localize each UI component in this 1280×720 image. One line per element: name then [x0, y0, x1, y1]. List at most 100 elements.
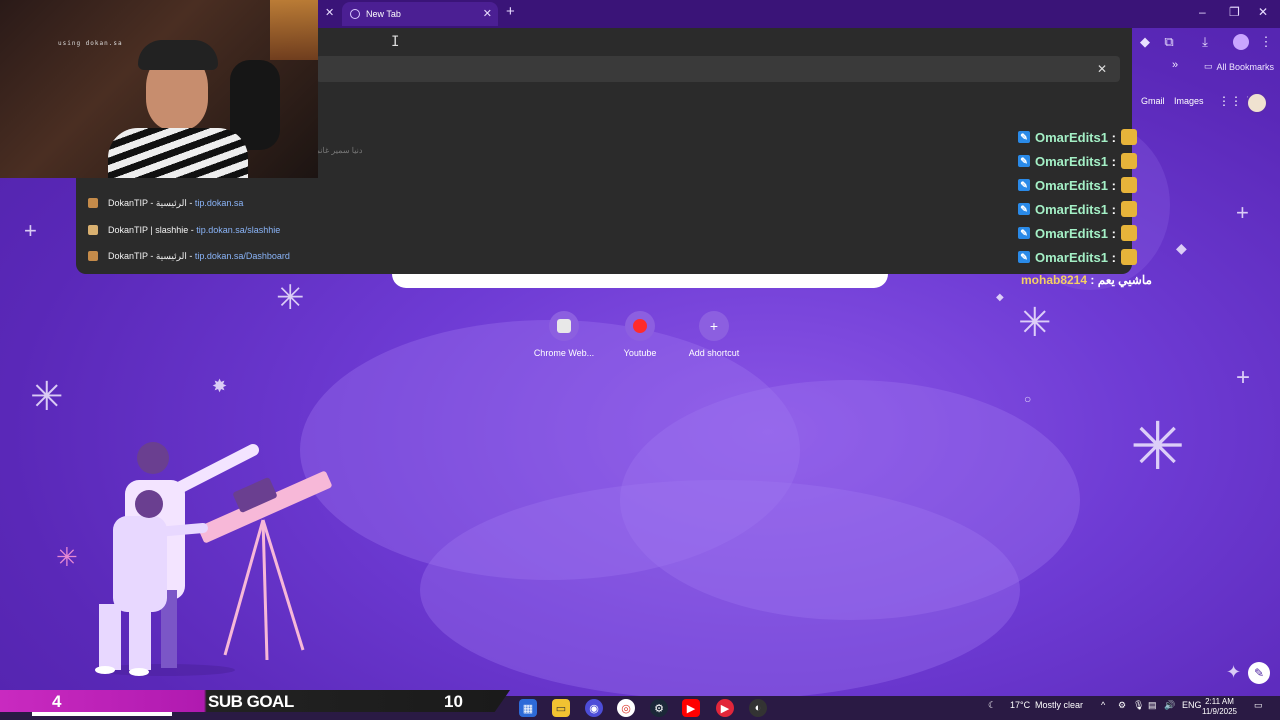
site-favicon-icon [88, 198, 98, 208]
download-icon[interactable]: ⤓ [1197, 34, 1213, 50]
new-tab-plus-icon[interactable]: + [506, 3, 515, 20]
suggestion-separator: - [186, 250, 195, 261]
microphone-icon[interactable]: 🎙 [1133, 700, 1144, 711]
starburst-icon: ✳ [1018, 301, 1052, 345]
volume-icon[interactable]: 🔊 [1164, 700, 1175, 711]
youtube-app-icon[interactable]: ▶ [682, 699, 700, 717]
suggestion-title: DokanTIP - الرئيسية [108, 197, 187, 208]
file-explorer-icon[interactable]: ▭ [552, 699, 570, 717]
chrome-tab-favicon-icon [350, 9, 360, 19]
chat-username: OmarEdits1 [1035, 225, 1108, 241]
images-link[interactable]: Images [1174, 96, 1204, 106]
chat-username: OmarEdits1 [1035, 153, 1108, 169]
chrome-web-store-icon [549, 311, 579, 341]
window-close-icon[interactable]: ✕ [1258, 5, 1268, 19]
clock-date: 11/9/2025 [1202, 707, 1237, 716]
chrome-icon[interactable]: ◎ [617, 699, 635, 717]
chat-message: ✎ OmarEdits1 : [1018, 246, 1137, 268]
obs-icon[interactable]: ◐ [749, 699, 767, 717]
sub-goal-target: 10 [444, 692, 463, 711]
chat-separator: : [1107, 177, 1116, 193]
sparkle-icon: ✦ [1226, 662, 1242, 682]
language-indicator[interactable]: ENG [1182, 700, 1202, 710]
omnibox-input[interactable] [316, 56, 1120, 82]
sparkle-icon: + [24, 218, 37, 243]
steam-icon[interactable]: ⚙ [650, 699, 668, 717]
chat-emote-icon [1120, 225, 1137, 241]
site-favicon-icon [88, 251, 98, 261]
tray-app-icon[interactable]: ⚙ [1118, 700, 1126, 711]
tab-new-tab[interactable]: New Tab ✕ [342, 2, 498, 26]
media-player-icon[interactable]: ▶ [716, 699, 734, 717]
all-bookmarks-button[interactable]: ▭ All Bookmarks [1204, 61, 1274, 72]
close-tab-icon[interactable]: ✕ [483, 7, 492, 20]
tab-title: New Tab [366, 9, 401, 19]
shortcut-chrome-web-store[interactable]: Chrome Web... [524, 311, 604, 358]
menu-dots-icon[interactable]: ⋮ [1258, 34, 1274, 50]
omnibox-suggestion[interactable]: DokanTIP - الرئيسية - tip.dokan.sa [88, 192, 488, 214]
close-tab-icon[interactable]: ✕ [325, 6, 334, 19]
suggestion-title: DokanTIP | slashhie [108, 225, 189, 235]
sparkle-icon: + [1236, 200, 1249, 225]
suggestion-separator: - [186, 197, 195, 208]
shortcut-add[interactable]: + Add shortcut [674, 311, 754, 358]
suggestion-title: DokanTIP - الرئيسية [108, 250, 187, 261]
clock-time: 2:11 AM [1205, 697, 1234, 706]
sub-goal-label: SUB GOAL [208, 692, 294, 711]
folder-icon: ▭ [1204, 61, 1213, 71]
text-cursor-icon: I [391, 34, 400, 50]
discord-icon[interactable]: ◉ [585, 699, 603, 717]
diamond-icon: ◆ [1176, 240, 1187, 256]
bookmarks-overflow-chevron-icon[interactable]: » [1172, 59, 1178, 71]
sub-goal-current: 4 [52, 692, 62, 711]
chat-username: OmarEdits1 [1035, 201, 1108, 217]
chat-username: mohab8214 [1021, 273, 1088, 287]
all-bookmarks-label: All Bookmarks [1216, 61, 1275, 72]
chat-separator: : [1107, 153, 1116, 169]
shortcut-label: Add shortcut [688, 348, 740, 358]
shortcut-label: Chrome Web... [533, 348, 595, 358]
customize-pencil-icon[interactable]: ✎ [1248, 662, 1270, 684]
chat-separator: : [1107, 129, 1116, 145]
starburst-icon: ✳ [56, 542, 78, 572]
extensions-puzzle-icon[interactable]: ⧉ [1161, 34, 1177, 50]
cloud-shape [420, 480, 1020, 700]
chat-text: : ماشيي يعم [1087, 273, 1152, 287]
profile-avatar-icon[interactable] [1233, 34, 1249, 50]
tray-chevron-icon[interactable]: ^ [1101, 700, 1105, 710]
shortcut-youtube[interactable]: Youtube [600, 311, 680, 358]
clear-input-icon[interactable]: ✕ [1097, 62, 1107, 76]
chat-badge-icon: ✎ [1018, 251, 1030, 263]
chat-message: mohab8214 : ماشيي يعم [1021, 273, 1152, 287]
lamp-glow [270, 0, 318, 60]
starburst-icon: ✳ [276, 279, 305, 317]
system-clock[interactable]: 2:11 AM 11/9/2025 [1202, 697, 1237, 717]
chat-emote-icon [1120, 249, 1137, 265]
widgets-icon[interactable]: ▦ [519, 699, 537, 717]
omnibox-suggestion[interactable]: DokanTIP - الرئيسية - tip.dokan.sa/Dashb… [88, 245, 488, 267]
chat-badge-icon: ✎ [1018, 131, 1030, 143]
notification-icon[interactable]: ▭ [1254, 700, 1263, 711]
chat-message: ✎ OmarEdits1 : [1018, 150, 1137, 172]
restore-icon[interactable]: ❐ [1229, 5, 1240, 19]
webcam-caption: using dokan.sa [58, 40, 123, 47]
suggestion-url: tip.dokan.sa [194, 197, 244, 208]
network-icon[interactable]: ▤ [1148, 700, 1157, 711]
sub-goal-bar: 4 SUB GOAL 10 [0, 690, 510, 712]
gmail-link[interactable]: Gmail [1141, 96, 1165, 106]
chat-badge-icon: ✎ [1018, 179, 1030, 191]
astronomer-illustration [95, 442, 332, 676]
google-account-avatar[interactable] [1246, 92, 1268, 114]
minimize-icon[interactable]: – [1199, 5, 1206, 19]
chat-badge-icon: ✎ [1018, 227, 1030, 239]
weather-status[interactable]: Mostly clear [1035, 700, 1083, 710]
chat-username: OmarEdits1 [1035, 249, 1108, 265]
sparkle-icon: + [1236, 364, 1251, 391]
diamond-icon: ◆ [996, 292, 1004, 303]
temperature[interactable]: 17°C [1010, 700, 1030, 710]
chat-username: OmarEdits1 [1035, 177, 1108, 193]
chat-message: ✎ OmarEdits1 : [1018, 198, 1137, 220]
extension-icon[interactable]: ◆ [1137, 34, 1153, 50]
omnibox-suggestion[interactable]: DokanTIP | slashhie - tip.dokan.sa/slash… [88, 219, 488, 241]
chat-message: ✎ OmarEdits1 : [1018, 174, 1137, 196]
